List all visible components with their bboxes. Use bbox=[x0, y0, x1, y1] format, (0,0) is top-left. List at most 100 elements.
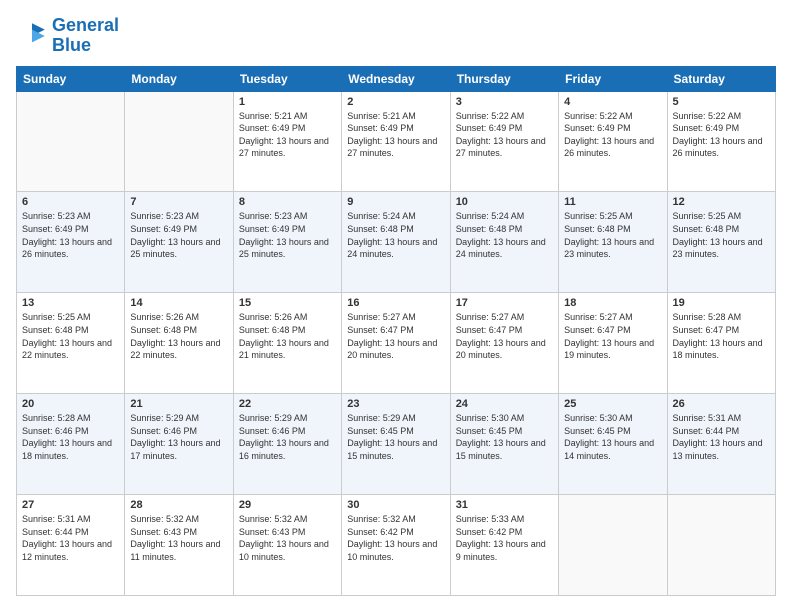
calendar-cell: 27 Sunrise: 5:31 AM Sunset: 6:44 PM Dayli… bbox=[17, 495, 125, 596]
day-info: Sunrise: 5:24 AM Sunset: 6:48 PM Dayligh… bbox=[347, 210, 444, 260]
day-info: Sunrise: 5:23 AM Sunset: 6:49 PM Dayligh… bbox=[22, 210, 119, 260]
day-number: 26 bbox=[673, 398, 770, 410]
day-number: 15 bbox=[239, 297, 336, 309]
day-number: 31 bbox=[456, 499, 553, 511]
calendar-cell: 31 Sunrise: 5:33 AM Sunset: 6:42 PM Dayli… bbox=[450, 495, 558, 596]
calendar-cell: 20Sunrise: 5:28 AM Sunset: 6:46 PM Dayli… bbox=[17, 394, 125, 495]
day-info: Sunrise: 5:30 AM Sunset: 6:45 PM Dayligh… bbox=[456, 412, 553, 462]
day-number: 23 bbox=[347, 398, 444, 410]
calendar-week-row: 27 Sunrise: 5:31 AM Sunset: 6:44 PM Dayli… bbox=[17, 495, 776, 596]
day-number: 30 bbox=[347, 499, 444, 511]
day-number: 24 bbox=[456, 398, 553, 410]
day-info: Sunrise: 5:21 AM Sunset: 6:49 PM Dayligh… bbox=[239, 110, 336, 160]
day-info: Sunrise: 5:31 AM Sunset: 6:44 PM Dayligh… bbox=[673, 412, 770, 462]
calendar-cell: 14Sunrise: 5:26 AM Sunset: 6:48 PM Dayli… bbox=[125, 293, 233, 394]
calendar-cell: 7 Sunrise: 5:23 AM Sunset: 6:49 PM Daylig… bbox=[125, 192, 233, 293]
day-number: 8 bbox=[239, 196, 336, 208]
day-number: 22 bbox=[239, 398, 336, 410]
calendar-cell: 22 Sunrise: 5:29 AM Sunset: 6:46 PM Dayli… bbox=[233, 394, 341, 495]
calendar-cell: 29 Sunrise: 5:32 AM Sunset: 6:43 PM Dayli… bbox=[233, 495, 341, 596]
day-info: Sunrise: 5:32 AM Sunset: 6:42 PM Dayligh… bbox=[347, 513, 444, 563]
day-number: 28 bbox=[130, 499, 227, 511]
day-info: Sunrise: 5:33 AM Sunset: 6:42 PM Dayligh… bbox=[456, 513, 553, 563]
day-info: Sunrise: 5:27 AM Sunset: 6:47 PM Dayligh… bbox=[456, 311, 553, 361]
calendar-cell: 18Sunrise: 5:27 AM Sunset: 6:47 PM Dayli… bbox=[559, 293, 667, 394]
logo-text: General Blue bbox=[52, 16, 119, 56]
day-number: 16 bbox=[347, 297, 444, 309]
calendar-cell: 2Sunrise: 5:21 AM Sunset: 6:49 PM Daylig… bbox=[342, 91, 450, 192]
calendar-cell: 9 Sunrise: 5:24 AM Sunset: 6:48 PM Daylig… bbox=[342, 192, 450, 293]
calendar-cell: 3 Sunrise: 5:22 AM Sunset: 6:49 PM Daylig… bbox=[450, 91, 558, 192]
day-info: Sunrise: 5:28 AM Sunset: 6:47 PM Dayligh… bbox=[673, 311, 770, 361]
day-info: Sunrise: 5:31 AM Sunset: 6:44 PM Dayligh… bbox=[22, 513, 119, 563]
day-number: 6 bbox=[22, 196, 119, 208]
header: General Blue bbox=[16, 16, 776, 56]
day-info: Sunrise: 5:32 AM Sunset: 6:43 PM Dayligh… bbox=[239, 513, 336, 563]
calendar-week-row: 20Sunrise: 5:28 AM Sunset: 6:46 PM Dayli… bbox=[17, 394, 776, 495]
calendar-cell bbox=[559, 495, 667, 596]
day-info: Sunrise: 5:32 AM Sunset: 6:43 PM Dayligh… bbox=[130, 513, 227, 563]
page: General Blue SundayMondayTuesdayWednesda… bbox=[0, 0, 792, 612]
day-number: 11 bbox=[564, 196, 661, 208]
day-info: Sunrise: 5:22 AM Sunset: 6:49 PM Dayligh… bbox=[456, 110, 553, 160]
calendar-header-row: SundayMondayTuesdayWednesdayThursdayFrid… bbox=[17, 66, 776, 91]
calendar-cell: 15Sunrise: 5:26 AM Sunset: 6:48 PM Dayli… bbox=[233, 293, 341, 394]
logo-icon bbox=[16, 20, 48, 52]
calendar-cell bbox=[17, 91, 125, 192]
calendar-cell: 5 Sunrise: 5:22 AM Sunset: 6:49 PM Daylig… bbox=[667, 91, 775, 192]
day-number: 12 bbox=[673, 196, 770, 208]
day-number: 5 bbox=[673, 96, 770, 108]
day-info: Sunrise: 5:27 AM Sunset: 6:47 PM Dayligh… bbox=[564, 311, 661, 361]
day-number: 19 bbox=[673, 297, 770, 309]
day-info: Sunrise: 5:22 AM Sunset: 6:49 PM Dayligh… bbox=[673, 110, 770, 160]
day-number: 9 bbox=[347, 196, 444, 208]
calendar-cell: 30 Sunrise: 5:32 AM Sunset: 6:42 PM Dayli… bbox=[342, 495, 450, 596]
day-info: Sunrise: 5:21 AM Sunset: 6:49 PM Dayligh… bbox=[347, 110, 444, 160]
day-info: Sunrise: 5:29 AM Sunset: 6:46 PM Dayligh… bbox=[239, 412, 336, 462]
day-info: Sunrise: 5:23 AM Sunset: 6:49 PM Dayligh… bbox=[130, 210, 227, 260]
calendar-day-header: Monday bbox=[125, 66, 233, 91]
day-number: 10 bbox=[456, 196, 553, 208]
day-info: Sunrise: 5:25 AM Sunset: 6:48 PM Dayligh… bbox=[673, 210, 770, 260]
calendar-cell: 21Sunrise: 5:29 AM Sunset: 6:46 PM Dayli… bbox=[125, 394, 233, 495]
calendar-cell: 12 Sunrise: 5:25 AM Sunset: 6:48 PM Dayli… bbox=[667, 192, 775, 293]
day-info: Sunrise: 5:25 AM Sunset: 6:48 PM Dayligh… bbox=[564, 210, 661, 260]
calendar-cell: 6 Sunrise: 5:23 AM Sunset: 6:49 PM Daylig… bbox=[17, 192, 125, 293]
day-number: 25 bbox=[564, 398, 661, 410]
day-info: Sunrise: 5:25 AM Sunset: 6:48 PM Dayligh… bbox=[22, 311, 119, 361]
calendar-cell: 25 Sunrise: 5:30 AM Sunset: 6:45 PM Dayli… bbox=[559, 394, 667, 495]
day-number: 1 bbox=[239, 96, 336, 108]
day-info: Sunrise: 5:29 AM Sunset: 6:45 PM Dayligh… bbox=[347, 412, 444, 462]
calendar-cell: 26 Sunrise: 5:31 AM Sunset: 6:44 PM Dayli… bbox=[667, 394, 775, 495]
calendar-table: SundayMondayTuesdayWednesdayThursdayFrid… bbox=[16, 66, 776, 596]
day-number: 29 bbox=[239, 499, 336, 511]
day-number: 27 bbox=[22, 499, 119, 511]
day-info: Sunrise: 5:30 AM Sunset: 6:45 PM Dayligh… bbox=[564, 412, 661, 462]
calendar-cell bbox=[125, 91, 233, 192]
calendar-cell: 11 Sunrise: 5:25 AM Sunset: 6:48 PM Dayli… bbox=[559, 192, 667, 293]
calendar-cell: 4 Sunrise: 5:22 AM Sunset: 6:49 PM Daylig… bbox=[559, 91, 667, 192]
day-number: 13 bbox=[22, 297, 119, 309]
calendar-cell: 1 Sunrise: 5:21 AM Sunset: 6:49 PM Daylig… bbox=[233, 91, 341, 192]
calendar-cell bbox=[667, 495, 775, 596]
calendar-day-header: Tuesday bbox=[233, 66, 341, 91]
calendar-cell: 19 Sunrise: 5:28 AM Sunset: 6:47 PM Dayli… bbox=[667, 293, 775, 394]
day-number: 4 bbox=[564, 96, 661, 108]
calendar-cell: 13 Sunrise: 5:25 AM Sunset: 6:48 PM Dayli… bbox=[17, 293, 125, 394]
day-info: Sunrise: 5:27 AM Sunset: 6:47 PM Dayligh… bbox=[347, 311, 444, 361]
calendar-cell: 8Sunrise: 5:23 AM Sunset: 6:49 PM Daylig… bbox=[233, 192, 341, 293]
calendar-cell: 17Sunrise: 5:27 AM Sunset: 6:47 PM Dayli… bbox=[450, 293, 558, 394]
calendar-day-header: Sunday bbox=[17, 66, 125, 91]
calendar-week-row: 13 Sunrise: 5:25 AM Sunset: 6:48 PM Dayli… bbox=[17, 293, 776, 394]
calendar-week-row: 1 Sunrise: 5:21 AM Sunset: 6:49 PM Daylig… bbox=[17, 91, 776, 192]
day-number: 21 bbox=[130, 398, 227, 410]
day-number: 7 bbox=[130, 196, 227, 208]
calendar-day-header: Thursday bbox=[450, 66, 558, 91]
day-number: 20 bbox=[22, 398, 119, 410]
calendar-cell: 16 Sunrise: 5:27 AM Sunset: 6:47 PM Dayli… bbox=[342, 293, 450, 394]
day-number: 3 bbox=[456, 96, 553, 108]
calendar-cell: 24 Sunrise: 5:30 AM Sunset: 6:45 PM Dayli… bbox=[450, 394, 558, 495]
calendar-day-header: Wednesday bbox=[342, 66, 450, 91]
calendar-week-row: 6 Sunrise: 5:23 AM Sunset: 6:49 PM Daylig… bbox=[17, 192, 776, 293]
day-info: Sunrise: 5:22 AM Sunset: 6:49 PM Dayligh… bbox=[564, 110, 661, 160]
